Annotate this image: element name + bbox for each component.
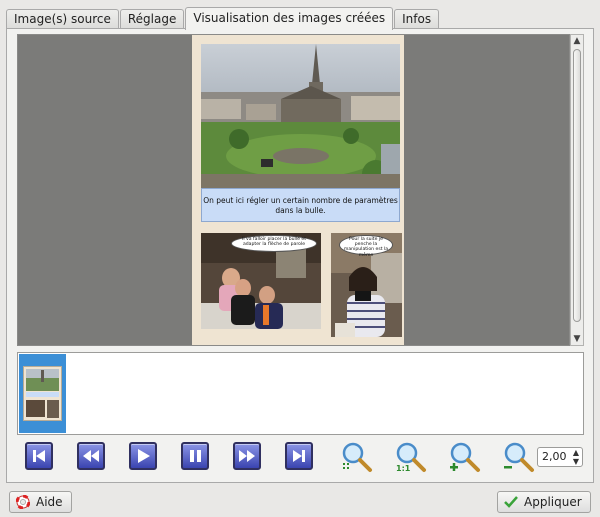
tab-visualisation[interactable]: Visualisation des images créées — [185, 7, 394, 30]
zoom-out-icon[interactable] — [501, 440, 535, 474]
tab-panel: On peut ici régler un certain nombre de … — [6, 28, 594, 483]
apply-button[interactable]: Appliquer — [497, 491, 591, 513]
skip-last-icon — [293, 450, 305, 462]
last-button[interactable] — [285, 442, 313, 470]
play-icon — [138, 449, 150, 463]
zoom-original-icon[interactable]: 1:1 — [393, 440, 427, 474]
checkmark-icon — [504, 495, 518, 508]
rewind-icon — [83, 450, 99, 462]
scroll-down-arrow-icon[interactable]: ▼ — [571, 333, 583, 345]
tab-reglage[interactable]: Réglage — [119, 9, 185, 29]
thumbnail-strip — [17, 352, 584, 435]
comic-page: On peut ici régler un certain nombre de … — [192, 35, 404, 345]
zoom-in-icon[interactable] — [447, 440, 481, 474]
scrollbar-thumb[interactable] — [573, 49, 581, 322]
thumbnail-page — [23, 366, 62, 421]
caption-box: On peut ici régler un certain nombre de … — [201, 188, 400, 222]
speech-bubble-right: Pour la suite je penche la manipulation … — [339, 235, 393, 258]
svg-text:1:1: 1:1 — [396, 464, 411, 473]
photo-left: Il va falloir placer la bulle et adapter… — [201, 233, 321, 329]
cathedral-photo — [201, 44, 400, 188]
pause-icon — [190, 450, 201, 462]
skip-first-icon — [33, 450, 45, 462]
zoom-value: 2,00 — [542, 450, 567, 463]
photo-right: Pour la suite je penche la manipulation … — [331, 233, 402, 337]
lifebuoy-icon — [16, 494, 30, 509]
previous-button[interactable] — [77, 442, 105, 470]
zoom-fit-icon[interactable] — [339, 440, 373, 474]
first-button[interactable] — [25, 442, 53, 470]
fast-forward-icon — [239, 450, 255, 462]
image-preview[interactable]: On peut ici régler un certain nombre de … — [17, 34, 570, 346]
tab-infos[interactable]: Infos — [394, 9, 440, 29]
tab-image-source[interactable]: Image(s) source — [6, 9, 119, 29]
speech-bubble-left: Il va falloir placer la bulle et adapter… — [231, 235, 317, 252]
scroll-up-arrow-icon[interactable]: ▲ — [571, 35, 583, 47]
zoom-spinbox[interactable]: 2,00 ▲ ▼ — [537, 447, 583, 467]
spin-arrows-icon[interactable]: ▲ ▼ — [573, 448, 579, 466]
help-button[interactable]: Aide — [9, 491, 72, 513]
play-button[interactable] — [129, 442, 157, 470]
preview-scrollbar[interactable]: ▲ ▼ — [570, 34, 584, 346]
next-button[interactable] — [233, 442, 261, 470]
apply-button-label: Appliquer — [524, 495, 582, 509]
tab-bar: Image(s) source Réglage Visualisation de… — [6, 7, 440, 30]
help-button-label: Aide — [36, 495, 63, 509]
thumbnail-item-selected[interactable] — [19, 354, 66, 433]
playback-toolbar: 1:1 2,00 ▲ ▼ — [17, 440, 587, 476]
pause-button[interactable] — [181, 442, 209, 470]
